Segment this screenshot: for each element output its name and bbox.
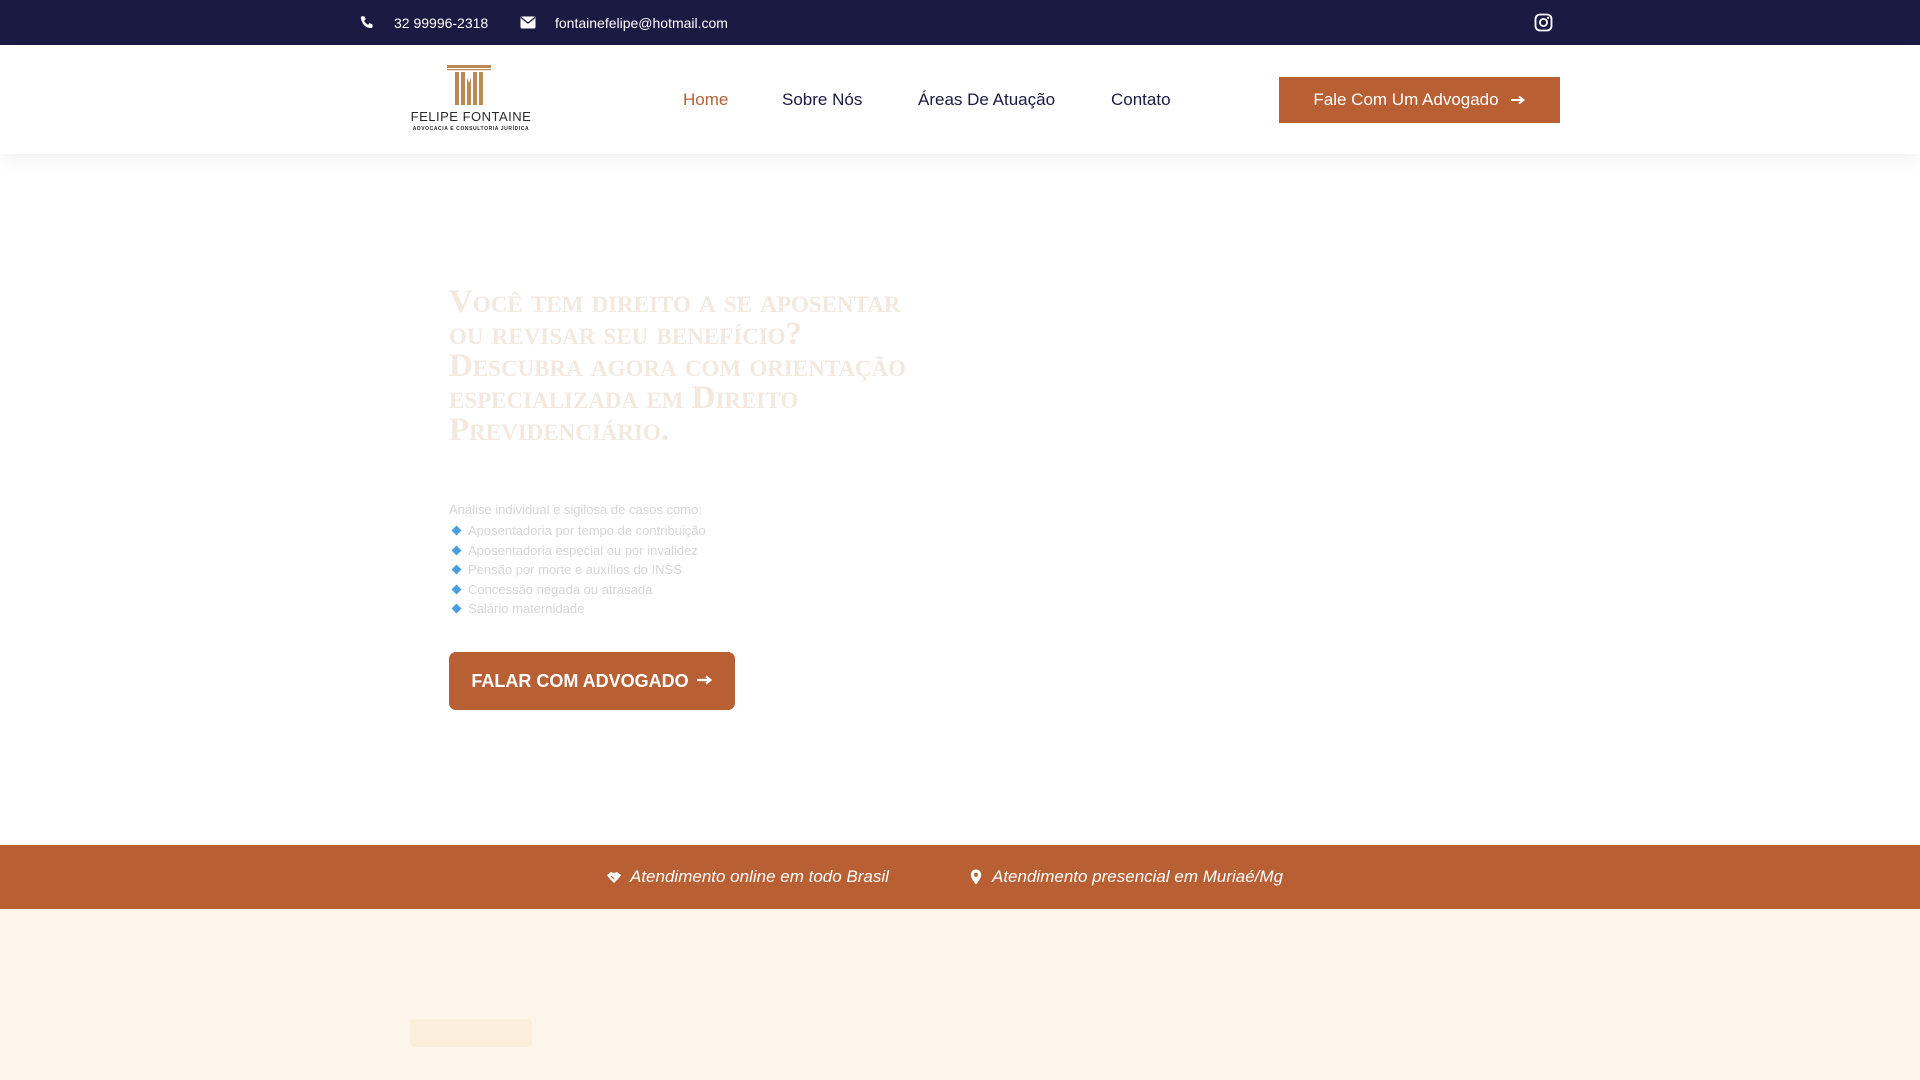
phone-icon [359,15,375,31]
top-email-text: fontainefelipe@hotmail.com [555,14,728,31]
service-strip: Atendimento online em todo Brasil Atendi… [0,845,1920,909]
nav-contato[interactable]: Contato [1111,45,1171,154]
diamond-bullet-icon [451,584,462,595]
strip-online-text: Atendimento online em todo Brasil [630,867,889,886]
envelope-icon [520,15,536,31]
fale-com-advogado-label: Fale Com Um Advogado [1313,90,1499,109]
logo-name: FELIPE FONTAINE [410,109,532,124]
falar-com-advogado-button[interactable]: FALAR COM ADVOGADO [449,652,735,710]
hero-section: Você tem direito a se aposentar ou revis… [0,154,1920,845]
logo[interactable]: FELIPE FONTAINE ADVOCACIA E CONSULTORIA … [403,63,539,137]
diamond-bullet-icon [451,525,462,536]
arrow-right-icon [1510,92,1526,109]
list-item: Pensão por morte e auxílios do INSS [449,560,706,580]
falar-com-advogado-label: FALAR COM ADVOGADO [471,670,689,691]
top-phone-link[interactable]: 32 99996-2318 [359,0,488,45]
nav-home[interactable]: Home [683,45,728,154]
hero-title: Você tem direito a se aposentar ou revis… [449,284,907,448]
top-email-link[interactable]: fontainefelipe@hotmail.com [520,0,728,45]
list-item: Aposentadoria especial ou por invalidez [449,541,706,561]
handshake-icon [606,869,622,885]
diamond-bullet-icon [451,564,462,575]
site-header: FELIPE FONTAINE ADVOCACIA E CONSULTORIA … [0,45,1920,154]
cream-section [0,909,1920,1080]
top-phone-text: 32 99996-2318 [394,14,489,31]
logo-tagline: ADVOCACIA E CONSULTORIA JURÍDICA [412,126,530,132]
logo-column-icon [447,65,491,105]
list-item: Concessão negada ou atrasada [449,580,706,600]
list-item: Salário maternidade [449,599,706,619]
instagram-icon[interactable] [1534,13,1553,32]
strip-online: Atendimento online em todo Brasil [606,845,889,909]
fale-com-advogado-button[interactable]: Fale Com Um Advogado [1279,77,1560,123]
diamond-bullet-icon [451,545,462,556]
hero-intro: Análise individual e sigilosa de casos c… [449,502,702,517]
list-item: Aposentadoria por tempo de contribuição [449,521,706,541]
nav-sobre-nos[interactable]: Sobre Nós [782,45,862,154]
top-bar: 32 99996-2318 fontainefelipe@hotmail.com [0,0,1920,45]
map-pin-icon [968,869,984,885]
section-badge [410,1019,532,1047]
nav-areas-de-atuacao[interactable]: Áreas De Atuação [918,45,1055,154]
strip-presencial: Atendimento presencial em Muriaé/Mg [968,845,1283,909]
arrow-right-icon [696,672,713,690]
diamond-bullet-icon [451,603,462,614]
strip-presencial-text: Atendimento presencial em Muriaé/Mg [992,867,1284,886]
hero-list: Aposentadoria por tempo de contribuição … [449,521,706,619]
